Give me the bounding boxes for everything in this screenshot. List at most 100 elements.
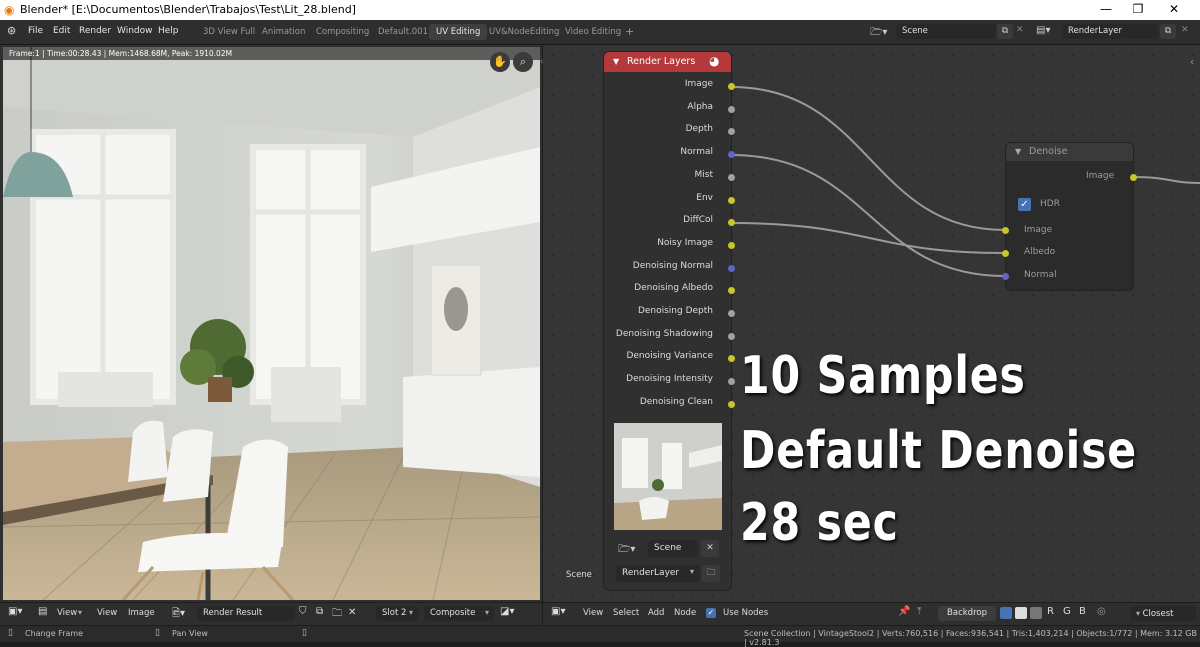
output-label-diffcol: DiffCol	[683, 215, 713, 226]
mouse-middle-icon: ▯	[155, 628, 160, 638]
layer-folder-icon[interactable]: 🗀	[702, 565, 720, 582]
status-bar: ▯ Change Frame ▯ Pan View ▯ Scene Collec…	[0, 626, 1200, 647]
output-socket-denoising-shadowing[interactable]	[728, 332, 735, 340]
denoise-output-socket[interactable]	[1130, 174, 1137, 181]
pass-dropdown-arrow-icon: ▾	[485, 608, 490, 617]
slot-dropdown-arrow-icon: ▾	[409, 608, 414, 617]
denoise-input-albedo: Albedo	[1024, 247, 1056, 257]
interpolation-dropdown[interactable]: ▾ Closest	[1130, 606, 1196, 621]
use-nodes-label: Use Nodes	[723, 608, 769, 618]
link-denoise-output	[1132, 176, 1200, 184]
output-socket-denoising-clean[interactable]	[728, 400, 735, 408]
image-browse-icon[interactable]: 🖻▾	[172, 606, 185, 623]
status-pan-view: Pan View	[172, 629, 208, 638]
image-name-field[interactable]: Render Result	[197, 606, 295, 621]
output-label-denoising-variance: Denoising Variance	[626, 351, 713, 362]
output-label-denoising-normal: Denoising Normal	[632, 260, 713, 271]
editor-type-icon[interactable]: ▣▾	[8, 606, 22, 617]
backdrop-rgb-icon[interactable]	[1000, 607, 1012, 619]
output-label-denoising-depth: Denoising Depth	[637, 306, 713, 316]
render-layers-preview	[614, 423, 722, 530]
denoise-node[interactable]	[1006, 143, 1133, 290]
output-label-denoising-clean: Denoising Clean	[639, 396, 713, 407]
fake-user-icon[interactable]: ⛉	[299, 606, 307, 617]
denoise-normal-socket[interactable]	[1002, 273, 1009, 280]
backdrop-rgba-icon[interactable]	[1015, 607, 1027, 619]
pin-icon[interactable]: 📌	[898, 606, 910, 617]
output-label-env: Env	[696, 192, 713, 203]
denoise-collapse-icon[interactable]: ▼	[1015, 147, 1021, 156]
overlay-samples: 10 Samples	[740, 346, 1026, 406]
scene-browse-icon[interactable]: 🗁▾	[618, 542, 635, 559]
output-socket-alpha[interactable]	[728, 105, 735, 113]
interp-value: Closest	[1142, 609, 1174, 619]
render-layers-title: Render Layers	[627, 56, 696, 67]
denoise-image-socket[interactable]	[1002, 227, 1009, 234]
overlay-denoise: Default Denoise	[740, 421, 1138, 481]
node-menu-node[interactable]: Node	[674, 608, 696, 618]
output-socket-image[interactable]	[728, 83, 735, 90]
output-socket-denoising-depth[interactable]	[728, 310, 735, 317]
output-socket-noisy-image[interactable]	[728, 241, 735, 249]
output-label-alpha: Alpha	[687, 101, 713, 112]
channel-b[interactable]: B	[1079, 606, 1086, 617]
denoise-output-label: Image	[1086, 171, 1115, 181]
node-layer-field[interactable]: RenderLayer	[616, 565, 700, 582]
output-socket-denoising-normal[interactable]	[728, 264, 735, 272]
denoise-albedo-socket[interactable]	[1002, 250, 1009, 257]
output-label-denoising-albedo: Denoising Albedo	[634, 283, 713, 294]
node-menu-select[interactable]: Select	[613, 608, 639, 618]
output-label-depth: Depth	[685, 124, 713, 135]
denoise-title: Denoise	[1029, 146, 1068, 157]
mode-icon[interactable]: ▤	[38, 606, 47, 617]
channel-g[interactable]: G	[1063, 606, 1071, 617]
open-image-icon[interactable]: 🗀	[332, 606, 342, 623]
collapse-arrow-icon[interactable]: ▼	[613, 57, 619, 66]
hdr-label: HDR	[1040, 199, 1060, 209]
scene-side-label: Scene	[566, 570, 592, 580]
node-menu-view[interactable]: View	[583, 608, 603, 618]
link-normal-to-normal	[730, 154, 1006, 277]
backdrop-fit-icon[interactable]: ◎	[1097, 606, 1106, 617]
use-nodes-checkbox[interactable]: ✓	[706, 608, 716, 618]
parent-node-icon[interactable]: ⤒	[917, 606, 921, 617]
node-links	[730, 86, 1200, 277]
denoise-input-normal: Normal	[1024, 270, 1057, 280]
status-change-frame: Change Frame	[25, 629, 84, 638]
node-editor-type-icon[interactable]: ▣▾	[551, 606, 565, 617]
display-channels-icon[interactable]: ◪▾	[500, 606, 514, 617]
node-scene-field[interactable]: Scene	[648, 540, 698, 557]
render-layers-header[interactable]: ▼ Render Layers ◕	[604, 52, 731, 72]
output-label-denoising-shadowing: Denoising Shadowing	[615, 328, 713, 339]
duplicate-image-icon[interactable]: ⧉	[316, 606, 323, 617]
mouse-left-icon: ▯	[8, 628, 13, 638]
node-scene-clear-icon[interactable]: ✕	[701, 540, 719, 557]
denoise-input-image: Image	[1024, 225, 1053, 235]
output-socket-env[interactable]	[728, 196, 735, 204]
image-view-dropdown[interactable]: View	[57, 608, 77, 618]
backdrop-button[interactable]: Backdrop	[938, 606, 996, 621]
link-diffcol-to-albedo	[730, 222, 1006, 254]
unlink-image-icon[interactable]: ✕	[348, 607, 356, 618]
image-menu-view[interactable]: View	[97, 608, 117, 618]
output-label-normal: Normal	[680, 147, 713, 158]
layer-dropdown-icon[interactable]: ▾	[690, 567, 694, 576]
overlay-time: 28 sec	[740, 493, 899, 553]
output-label-image: Image	[684, 79, 713, 89]
view-dropdown-arrow-icon: ▾	[78, 608, 83, 617]
output-label-noisy-image: Noisy Image	[657, 237, 713, 248]
node-menu-add[interactable]: Add	[648, 608, 664, 618]
hdr-checkbox[interactable]: ✓	[1018, 198, 1031, 211]
output-label-mist: Mist	[694, 169, 713, 180]
backdrop-alpha-icon[interactable]	[1030, 607, 1042, 619]
mouse-right-icon: ▯	[302, 628, 307, 638]
output-socket-mist[interactable]	[728, 173, 735, 181]
preview-thumbnail	[614, 423, 722, 530]
channel-r[interactable]: R	[1047, 606, 1054, 617]
denoise-header[interactable]: ▼ Denoise	[1006, 143, 1133, 161]
status-stats: Scene Collection | VintageStool2 | Verts…	[744, 629, 1197, 647]
output-label-denoising-intensity: Denoising Intensity	[626, 374, 713, 385]
image-menu-image[interactable]: Image	[128, 608, 155, 618]
render-icon[interactable]: ◕	[709, 54, 719, 68]
pass-dropdown[interactable]: Composite	[424, 606, 494, 621]
